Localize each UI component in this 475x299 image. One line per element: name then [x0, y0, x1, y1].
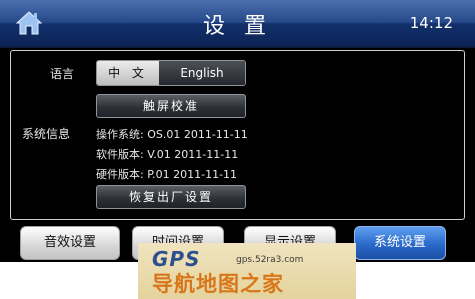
clock: 14:12 [409, 14, 453, 32]
watermark-text: 导航地图之家 [152, 272, 284, 296]
tab-system-settings[interactable]: 系统设置 [354, 226, 446, 260]
language-toggle: 中 文 English [96, 60, 246, 86]
watermark-url: gps.52ra3.com [236, 255, 304, 265]
system-info-label: 系统信息 [22, 127, 71, 141]
device-screen: 设 置 14:12 语言 中 文 English 触屏校准 系统信息 操作系统:… [0, 0, 475, 262]
page-title: 设 置 [203, 14, 272, 39]
language-option-chinese[interactable]: 中 文 [97, 61, 159, 85]
home-icon[interactable] [15, 10, 43, 36]
factory-reset-button[interactable]: 恢复出厂设置 [96, 185, 246, 209]
language-label: 语言 [50, 67, 75, 81]
touch-calibrate-button[interactable]: 触屏校准 [96, 94, 246, 118]
watermark: GPS gps.52ra3.com 导航地图之家 [138, 243, 356, 299]
language-option-english[interactable]: English [159, 61, 245, 85]
software-version: 软件版本: V.01 2011-11-11 [96, 148, 239, 161]
hardware-version: 硬件版本: P.01 2011-11-11 [96, 168, 238, 181]
tab-sound-settings[interactable]: 音效设置 [20, 226, 120, 260]
os-version: 操作系统: OS.01 2011-11-11 [96, 128, 248, 141]
title-bar: 设 置 14:12 [0, 0, 475, 48]
